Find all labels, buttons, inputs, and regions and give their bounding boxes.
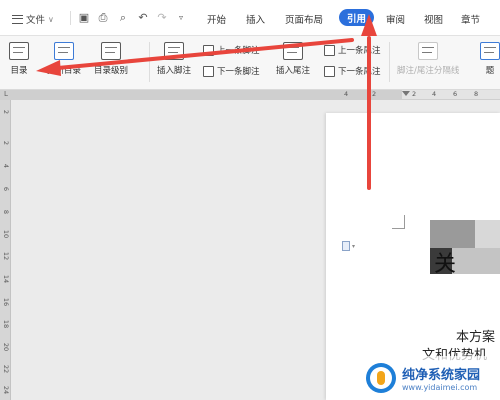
arrow-head-left (36, 60, 61, 76)
site-logo-icon (366, 363, 396, 393)
arrow-head-up (361, 14, 377, 36)
site-watermark: 纯净系统家园 www.yidaimei.com (360, 356, 500, 400)
watermark-site-name: 纯净系统家园 (402, 368, 481, 383)
annotation-arrows (36, 14, 377, 190)
watermark-url: www.yidaimei.com (402, 383, 478, 392)
arrow-to-toc-button (56, 38, 354, 70)
